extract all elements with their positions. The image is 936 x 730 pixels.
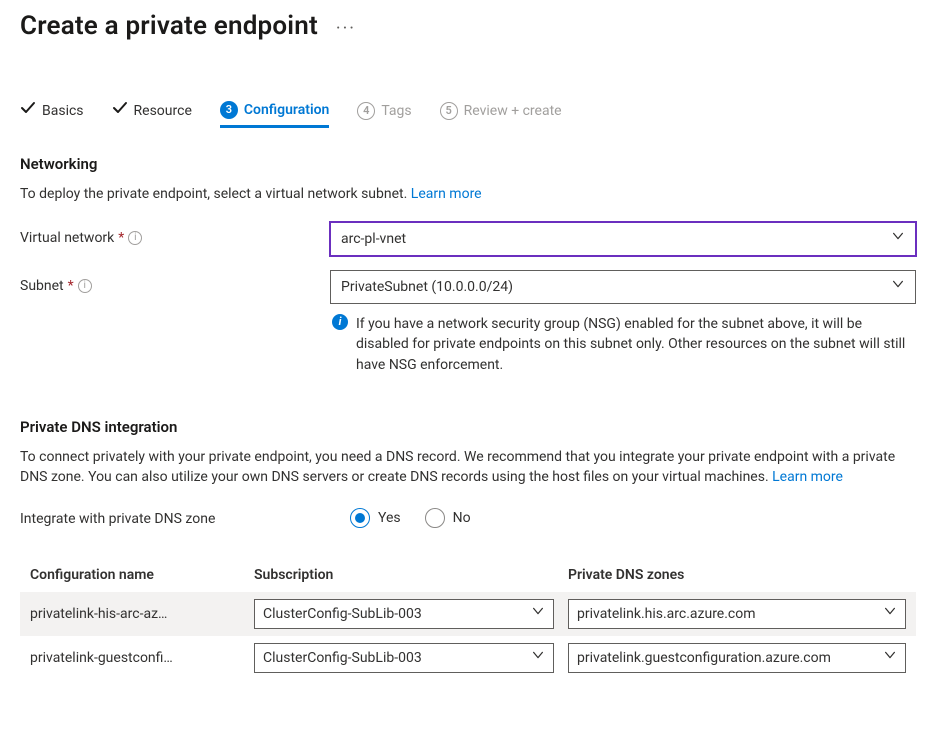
- tab-tags[interactable]: 4 Tags: [357, 101, 411, 127]
- radio-icon: [425, 508, 445, 528]
- tab-label: Tags: [381, 101, 411, 121]
- more-actions-button[interactable]: ···: [336, 16, 356, 42]
- subnet-select[interactable]: PrivateSubnet (10.0.0.0/24): [330, 270, 916, 304]
- step-number-icon: 5: [440, 102, 458, 120]
- integrate-dns-no[interactable]: No: [425, 508, 471, 528]
- radio-label: No: [453, 508, 471, 528]
- tab-configuration[interactable]: 3 Configuration: [220, 100, 329, 128]
- wizard-tabs: Basics Resource 3 Configuration 4 Tags 5…: [20, 100, 916, 128]
- config-name-cell: privatelink-guestconfi…: [30, 648, 240, 668]
- integrate-dns-radio-group: Yes No: [350, 508, 471, 528]
- subscription-value: ClusterConfig-SubLib-003: [263, 604, 422, 624]
- radio-label: Yes: [378, 508, 401, 528]
- dns-zone-select[interactable]: privatelink.his.arc.azure.com: [568, 599, 906, 629]
- subnet-value: PrivateSubnet (10.0.0.0/24): [341, 277, 513, 297]
- dns-zone-value: privatelink.guestconfiguration.azure.com: [577, 648, 831, 668]
- tab-label: Configuration: [244, 100, 329, 120]
- chevron-down-icon: [883, 604, 897, 624]
- dns-zone-value: privatelink.his.arc.azure.com: [577, 604, 756, 624]
- step-number-icon: 3: [220, 101, 238, 119]
- table-row: privatelink-guestconfi… ClusterConfig-Su…: [20, 636, 916, 680]
- info-icon[interactable]: i: [128, 231, 142, 245]
- page-title: Create a private endpoint: [20, 8, 318, 46]
- col-subscription: Subscription: [254, 565, 554, 585]
- dns-zones-table: Configuration name Subscription Private …: [20, 558, 916, 680]
- chevron-down-icon: [891, 277, 905, 297]
- subscription-value: ClusterConfig-SubLib-003: [263, 648, 422, 668]
- info-icon[interactable]: i: [78, 279, 92, 293]
- dns-zone-select[interactable]: privatelink.guestconfiguration.azure.com: [568, 643, 906, 673]
- networking-description: To deploy the private endpoint, select a…: [20, 184, 916, 204]
- step-number-icon: 4: [357, 102, 375, 120]
- section-title-networking: Networking: [20, 154, 916, 176]
- subnet-label: Subnet * i: [20, 270, 330, 296]
- learn-more-link-networking[interactable]: Learn more: [411, 186, 482, 202]
- integrate-dns-label: Integrate with private DNS zone: [20, 507, 350, 529]
- required-star-icon: *: [118, 228, 124, 248]
- config-name-cell: privatelink-his-arc-az…: [30, 604, 240, 624]
- required-star-icon: *: [68, 276, 74, 296]
- dns-description: To connect privately with your private e…: [20, 447, 916, 488]
- col-config-name: Configuration name: [30, 565, 240, 585]
- virtual-network-select[interactable]: arc-pl-vnet: [330, 222, 916, 256]
- check-icon: [20, 100, 36, 122]
- tab-label: Review + create: [464, 101, 562, 121]
- tab-resource[interactable]: Resource: [112, 100, 192, 128]
- tab-label: Resource: [134, 101, 192, 121]
- section-title-dns: Private DNS integration: [20, 417, 916, 439]
- dns-table-header: Configuration name Subscription Private …: [20, 558, 916, 592]
- radio-icon: [350, 508, 370, 528]
- tab-review-create[interactable]: 5 Review + create: [440, 101, 562, 127]
- integrate-dns-yes[interactable]: Yes: [350, 508, 401, 528]
- subscription-select[interactable]: ClusterConfig-SubLib-003: [254, 643, 554, 673]
- learn-more-link-dns[interactable]: Learn more: [772, 469, 843, 485]
- subscription-select[interactable]: ClusterConfig-SubLib-003: [254, 599, 554, 629]
- chevron-down-icon: [531, 648, 545, 668]
- table-row: privatelink-his-arc-az… ClusterConfig-Su…: [20, 592, 916, 636]
- check-icon: [112, 100, 128, 122]
- nsg-callout: i If you have a network security group (…: [330, 314, 916, 375]
- tab-label: Basics: [42, 101, 84, 121]
- chevron-down-icon: [531, 604, 545, 624]
- tab-basics[interactable]: Basics: [20, 100, 84, 128]
- virtual-network-label: Virtual network * i: [20, 222, 330, 248]
- info-solid-icon: i: [332, 314, 348, 330]
- virtual-network-value: arc-pl-vnet: [341, 229, 406, 249]
- nsg-callout-text: If you have a network security group (NS…: [356, 314, 916, 375]
- col-dns-zones: Private DNS zones: [568, 565, 906, 585]
- chevron-down-icon: [891, 229, 905, 249]
- chevron-down-icon: [883, 648, 897, 668]
